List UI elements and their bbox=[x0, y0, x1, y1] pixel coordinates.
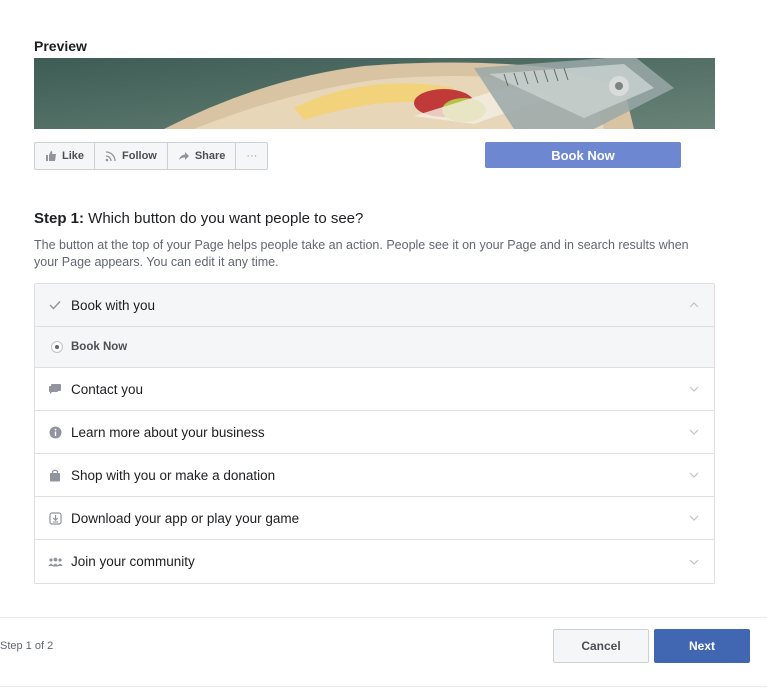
step-count: Step 1 of 2 bbox=[0, 640, 60, 652]
option-label: Download your app or play your game bbox=[71, 510, 300, 526]
step-prefix: Step 1: bbox=[34, 210, 85, 227]
option-download-app[interactable]: Download your app or play your game bbox=[35, 497, 714, 540]
step-description: The button at the top of your Page helps… bbox=[34, 238, 689, 269]
rss-icon bbox=[105, 150, 117, 162]
cancel-button[interactable]: Cancel bbox=[553, 629, 649, 663]
bottom-divider bbox=[0, 686, 767, 687]
share-label: Share bbox=[194, 150, 226, 162]
option-book-with-you[interactable]: Book with you bbox=[35, 284, 714, 327]
option-label: Learn more about your business bbox=[71, 424, 265, 440]
preview-title: Preview bbox=[34, 38, 87, 54]
chevron-down-icon bbox=[688, 469, 700, 481]
chat-bubble-icon bbox=[47, 381, 63, 397]
info-icon bbox=[47, 424, 63, 440]
share-button[interactable]: Share bbox=[168, 143, 237, 169]
follow-label: Follow bbox=[122, 150, 157, 162]
share-arrow-icon bbox=[178, 150, 190, 162]
more-icon: ··· bbox=[246, 150, 258, 162]
option-learn-more[interactable]: Learn more about your business bbox=[35, 411, 714, 454]
option-label: Book with you bbox=[71, 297, 156, 313]
download-icon bbox=[47, 510, 63, 526]
chevron-down-icon bbox=[688, 556, 700, 568]
step-question: Which button do you want people to see? bbox=[84, 210, 364, 227]
chevron-down-icon bbox=[688, 383, 700, 395]
option-label: Shop with you or make a donation bbox=[71, 467, 276, 483]
sub-option-book-now[interactable]: Book Now bbox=[35, 327, 714, 368]
option-label: Join your community bbox=[71, 554, 195, 569]
cover-photo bbox=[34, 58, 715, 129]
option-contact-you[interactable]: Contact you bbox=[35, 368, 714, 411]
people-icon bbox=[47, 554, 63, 570]
sub-option-label: Book Now bbox=[71, 341, 128, 353]
page-action-bar: Like Follow Share ··· bbox=[34, 142, 269, 170]
option-shop[interactable]: Shop with you or make a donation bbox=[35, 454, 714, 497]
thumbs-up-icon bbox=[45, 150, 57, 162]
checkmark-icon bbox=[47, 297, 63, 313]
book-now-preview-button[interactable]: Book Now bbox=[485, 142, 681, 168]
radio-selected-icon[interactable] bbox=[51, 341, 63, 353]
more-button[interactable]: ··· bbox=[236, 143, 267, 169]
like-label: Like bbox=[62, 150, 85, 162]
next-button[interactable]: Next bbox=[654, 629, 750, 663]
page: Preview Like Follow Share ··· Book Now S… bbox=[0, 0, 767, 690]
footer-divider bbox=[0, 617, 767, 618]
option-label: Contact you bbox=[71, 381, 144, 397]
chevron-down-icon bbox=[688, 512, 700, 524]
step-heading: Step 1: Which button do you want people … bbox=[34, 210, 363, 227]
follow-button[interactable]: Follow bbox=[95, 143, 168, 169]
step-count-text: Step 1 of 2 bbox=[0, 640, 54, 652]
chevron-up-icon bbox=[688, 299, 700, 311]
chevron-down-icon bbox=[688, 426, 700, 438]
shopping-bag-icon bbox=[47, 467, 63, 483]
button-options-list: Book with you Book Now Contact you Learn… bbox=[34, 283, 715, 584]
option-join-community[interactable]: Join your community bbox=[35, 540, 714, 583]
like-button[interactable]: Like bbox=[35, 143, 96, 169]
